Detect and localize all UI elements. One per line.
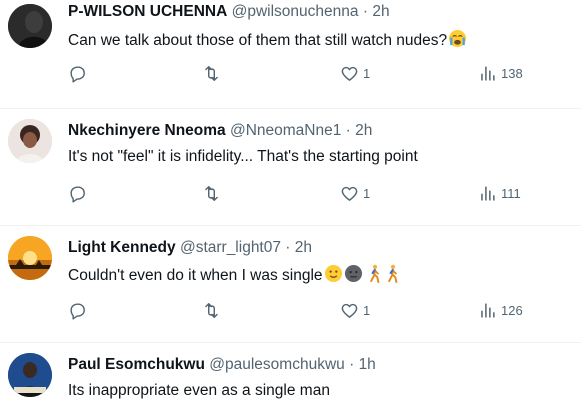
view-count: 138: [501, 66, 523, 81]
avatar-image: [8, 353, 52, 397]
tweet[interactable]: P-WILSON UCHENNA @pwilsonuchenna · 2h Ca…: [0, 0, 581, 109]
views-button[interactable]: 126: [478, 301, 523, 320]
views-icon: [481, 303, 495, 318]
neutral-face-emoji: [344, 264, 363, 289]
retweet-icon: [205, 66, 218, 81]
avatar[interactable]: [8, 119, 52, 163]
tweet-text-content: Couldn't even do it when I was single: [68, 267, 323, 284]
author-name[interactable]: Light Kennedy: [68, 239, 176, 256]
tweet-text: Couldn't even do it when I was single: [68, 264, 400, 289]
avatar-image: [8, 236, 52, 280]
retweet-icon: [205, 303, 218, 318]
timestamp[interactable]: 2h: [355, 122, 372, 139]
author-handle[interactable]: @starr_light07: [180, 239, 281, 256]
person-walking-emoji: [368, 264, 382, 289]
author-name[interactable]: Nkechinyere Nneoma: [68, 122, 226, 139]
timestamp[interactable]: 2h: [295, 239, 312, 256]
view-count: 111: [501, 186, 521, 201]
tweet-header: P-WILSON UCHENNA @pwilsonuchenna · 2h: [68, 2, 390, 22]
views-icon: [481, 66, 495, 81]
person-walking-emoji: [386, 264, 400, 289]
tweet-text-content: It's not "feel" it is infidelity... That…: [68, 148, 418, 165]
separator-dot: ·: [349, 356, 355, 373]
tweet[interactable]: Paul Esomchukwu @paulesomchukwu · 1h Its…: [0, 343, 581, 404]
avatar[interactable]: [8, 353, 52, 397]
tweet-header: Paul Esomchukwu @paulesomchukwu · 1h: [68, 355, 376, 375]
views-icon: [481, 186, 495, 201]
like-count: 1: [363, 66, 371, 81]
reply-button[interactable]: [68, 184, 91, 203]
avatar[interactable]: [8, 236, 52, 280]
author-name[interactable]: Paul Esomchukwu: [68, 356, 205, 373]
author-handle[interactable]: @NneomaNne1: [230, 122, 341, 139]
tweet[interactable]: Nkechinyere Nneoma @NneomaNne1 · 2h It's…: [0, 109, 581, 226]
tweet-actions: 1 111: [68, 184, 538, 206]
retweet-button[interactable]: [202, 301, 225, 320]
heart-icon: [341, 66, 358, 81]
tweet-text: It's not "feel" it is infidelity... That…: [68, 147, 418, 167]
timestamp[interactable]: 1h: [359, 356, 376, 373]
timestamp[interactable]: 2h: [372, 3, 389, 20]
avatar[interactable]: [8, 4, 52, 48]
view-count: 126: [501, 303, 523, 318]
reply-icon: [70, 186, 85, 203]
separator-dot: ·: [285, 239, 291, 256]
tweet-header: Light Kennedy @starr_light07 · 2h: [68, 238, 312, 258]
separator-dot: ·: [362, 3, 369, 20]
tweet-actions: 1 138: [68, 64, 538, 86]
views-button[interactable]: 111: [478, 184, 521, 203]
like-button[interactable]: 1: [340, 184, 370, 203]
separator-dot: ·: [345, 122, 351, 139]
author-name[interactable]: P-WILSON UCHENNA: [68, 3, 227, 20]
like-count: 1: [363, 186, 371, 201]
tweet-text: Its inappropriate even as a single man: [68, 381, 330, 401]
tweet[interactable]: Light Kennedy @starr_light07 · 2h Couldn…: [0, 226, 581, 343]
avatar-image: [8, 4, 52, 48]
slightly-smiling-face-emoji: [324, 264, 343, 289]
tweet-actions: 1 126: [68, 301, 538, 323]
like-button[interactable]: 1: [340, 301, 370, 320]
retweet-icon: [205, 186, 218, 201]
tweet-feed: P-WILSON UCHENNA @pwilsonuchenna · 2h Ca…: [0, 0, 581, 404]
retweet-button[interactable]: [202, 64, 225, 83]
like-count: 1: [363, 303, 371, 318]
tweet-text-content: Its inappropriate even as a single man: [68, 382, 330, 399]
avatar-image: [8, 119, 52, 163]
reply-icon: [70, 303, 85, 320]
tweet-text: Can we talk about those of them that sti…: [68, 29, 467, 54]
heart-icon: [341, 186, 358, 201]
retweet-button[interactable]: [202, 184, 225, 203]
reply-button[interactable]: [68, 301, 91, 320]
views-button[interactable]: 138: [478, 64, 523, 83]
author-handle[interactable]: @pwilsonuchenna: [232, 3, 359, 20]
like-button[interactable]: 1: [340, 64, 370, 83]
tweet-header: Nkechinyere Nneoma @NneomaNne1 · 2h: [68, 121, 372, 141]
reply-button[interactable]: [68, 64, 91, 83]
heart-icon: [341, 303, 358, 318]
reply-icon: [70, 66, 85, 83]
crying-face-emoji: [448, 29, 467, 54]
tweet-text-content: Can we talk about those of them that sti…: [68, 32, 448, 49]
author-handle[interactable]: @paulesomchukwu: [209, 356, 345, 373]
